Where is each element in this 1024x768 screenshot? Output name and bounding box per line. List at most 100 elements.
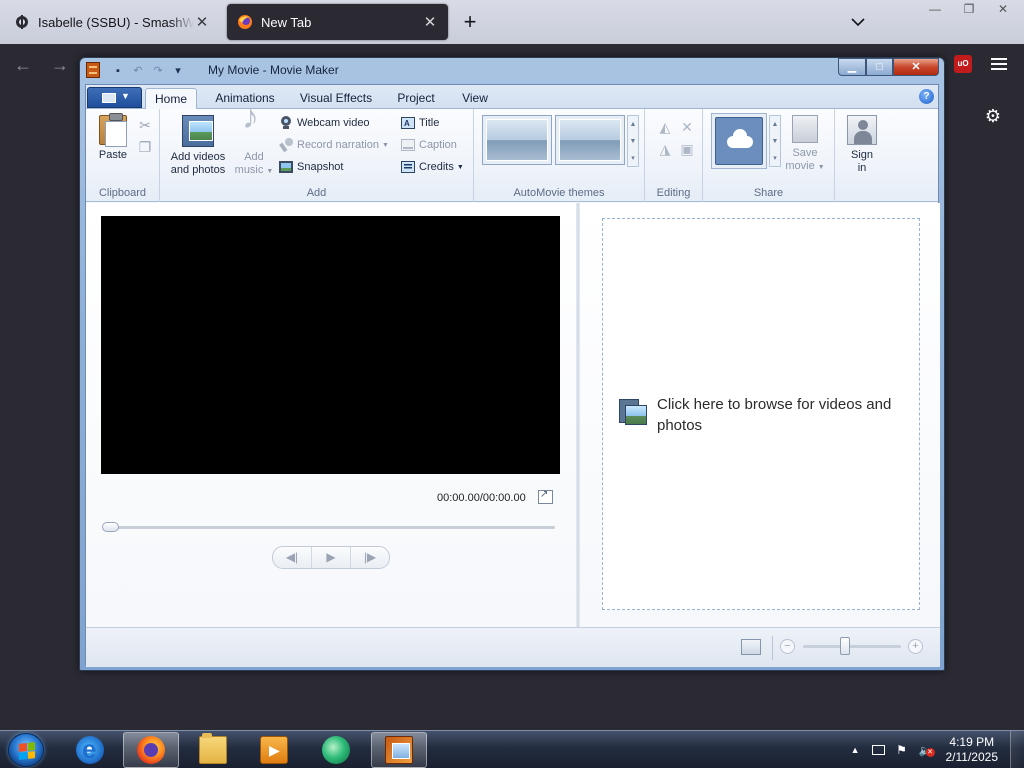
application-menu-button[interactable]: ▼ (87, 87, 142, 108)
help-icon[interactable]: ? (919, 89, 934, 104)
moviemaker-window: ▪ ↶ ↷ ▾ My Movie - Movie Maker ▁ □ ✕ ▼ H… (79, 57, 945, 671)
ribbon-home: Paste ✂ ❐ Clipboard Add videos and photo… (86, 109, 938, 202)
taskbar-movie-maker[interactable] (371, 732, 427, 768)
previous-frame-icon[interactable]: ◀| (273, 547, 312, 568)
taskbar-windows-explorer[interactable] (185, 732, 241, 768)
add-videos-and-photos-button[interactable]: Add videos and photos (166, 115, 230, 177)
taskbar-windows-live[interactable] (308, 732, 364, 768)
play-icon[interactable]: ▶ (312, 547, 351, 568)
storyboard-drop-area[interactable]: Click here to browse for videos and phot… (602, 218, 920, 610)
minimize-icon[interactable]: — (922, 0, 948, 18)
next-frame-icon[interactable]: |▶ (351, 547, 389, 568)
fullscreen-preview-icon[interactable] (538, 489, 553, 504)
save-icon[interactable]: ▪ (108, 63, 128, 79)
workspace: 00:00.00/00:00.00 ◀| ▶ |▶ Click here to … (86, 203, 940, 627)
restore-icon[interactable]: ❐ (956, 0, 982, 18)
credits-button[interactable]: Credits ▼ (400, 157, 464, 177)
record-narration-button[interactable]: Record narration ▼ (278, 135, 389, 155)
paste-label: Paste (98, 149, 128, 161)
caption-button[interactable]: Caption (400, 135, 457, 155)
redo-icon[interactable]: ↷ (148, 63, 168, 79)
action-center-flag-icon[interactable] (894, 742, 910, 758)
tab-project[interactable]: Project (389, 88, 443, 109)
add-music-button[interactable]: Add music▼ (234, 111, 274, 178)
customize-toolbar-icon[interactable]: ▾ (168, 63, 188, 79)
tab-home[interactable]: Home (145, 88, 197, 110)
tab-smashwiki[interactable]: Isabelle (SSBU) - SmashWiki, the Super S… (4, 4, 220, 40)
back-arrow-icon[interactable]: ← (12, 54, 34, 76)
rotate-right-icon[interactable]: ◮ (657, 141, 673, 157)
close-tab-icon[interactable]: ✕ (194, 13, 210, 31)
gallery-scroll[interactable]: ▲ ▼ ▾ (627, 115, 639, 167)
paste-button[interactable]: Paste (92, 113, 134, 162)
ribbon-tabs: ▼ Home Animations Visual Effects Project… (86, 85, 938, 110)
moviemaker-app-icon[interactable] (86, 62, 100, 78)
taskbar: ▲ 4:19 PM 2/11/2025 (0, 730, 1024, 768)
add-music-label-line2: music ▼ (234, 164, 274, 176)
network-icon[interactable] (870, 742, 886, 758)
volume-muted-icon[interactable] (918, 742, 935, 758)
close-tab-icon[interactable]: ✕ (422, 13, 438, 31)
start-button[interactable] (8, 733, 44, 767)
smashwiki-favicon-icon (14, 14, 30, 30)
pane-splitter[interactable] (576, 203, 580, 627)
system-tray: ▲ 4:19 PM 2/11/2025 (851, 731, 1024, 768)
add-videos-label-line2: and photos (170, 164, 226, 176)
browser-tab-strip: Isabelle (SSBU) - SmashWiki, the Super S… (0, 0, 1024, 44)
ublock-extension-icon[interactable]: uO (954, 55, 972, 73)
zoom-slider[interactable] (803, 637, 901, 655)
automovie-theme-2[interactable] (555, 115, 625, 165)
windows-live-icon (322, 736, 350, 764)
gear-icon[interactable]: ⚙ (983, 106, 1003, 126)
document-icon (102, 93, 116, 103)
forward-arrow-icon[interactable]: → (49, 54, 71, 76)
share-gallery-scroll[interactable]: ▲ ▼ ▾ (769, 115, 781, 167)
seek-bar[interactable] (102, 522, 555, 532)
taskbar-media-player[interactable] (246, 732, 302, 768)
remove-icon[interactable]: ✕ (679, 119, 695, 135)
sign-in-button[interactable]: Sign in (840, 115, 884, 175)
show-desktop-button[interactable] (1010, 731, 1024, 768)
zoom-out-icon[interactable]: − (780, 639, 795, 654)
minimize-button[interactable]: ▁ (838, 58, 866, 76)
show-hidden-icons-icon[interactable]: ▲ (851, 745, 860, 755)
window-controls: ▁ □ ✕ (838, 58, 939, 76)
select-all-icon[interactable]: ▣ (679, 141, 695, 157)
tab-visual-effects[interactable]: Visual Effects (293, 88, 379, 109)
save-movie-button[interactable]: Save movie ▼ (785, 115, 825, 174)
cloud-icon (715, 117, 763, 165)
thumbnail-size-icon[interactable] (741, 639, 761, 655)
seek-thumb[interactable] (102, 522, 119, 532)
title-button[interactable]: A Title (400, 113, 439, 133)
group-clipboard: Paste ✂ ❐ Clipboard (86, 109, 160, 202)
chevron-down-icon: ▼ (121, 91, 130, 101)
maximize-button[interactable]: □ (866, 58, 893, 76)
clock-date: 2/11/2025 (945, 750, 999, 764)
chevron-down-icon[interactable] (848, 12, 868, 32)
undo-icon[interactable]: ↶ (128, 63, 148, 79)
taskbar-firefox[interactable] (123, 732, 179, 768)
plus-icon[interactable]: + (458, 10, 482, 34)
zoom-in-icon[interactable]: + (908, 639, 923, 654)
close-button[interactable]: ✕ (893, 58, 939, 76)
playback-controls: ◀| ▶ |▶ (272, 546, 390, 569)
snapshot-button[interactable]: Snapshot (278, 157, 343, 177)
group-label: Share (753, 187, 784, 199)
copy-icon[interactable]: ❐ (137, 139, 153, 155)
webcam-video-button[interactable]: Webcam video (278, 113, 370, 133)
window-title: My Movie - Movie Maker (208, 63, 339, 77)
tab-new-tab[interactable]: New Tab ✕ (227, 4, 448, 40)
hamburger-menu-icon[interactable] (990, 55, 1008, 73)
share-onedrive[interactable] (711, 113, 767, 169)
zoom-slider-thumb[interactable] (839, 637, 850, 655)
close-icon[interactable]: ✕ (990, 0, 1016, 18)
browse-prompt[interactable]: Click here to browse for videos and phot… (657, 394, 913, 436)
taskbar-internet-explorer[interactable] (62, 732, 118, 768)
cut-icon[interactable]: ✂ (137, 117, 153, 133)
rotate-left-icon[interactable]: ◭ (657, 119, 673, 135)
tab-view[interactable]: View (453, 88, 497, 109)
video-preview[interactable] (101, 216, 560, 474)
clock[interactable]: 4:19 PM 2/11/2025 (946, 735, 999, 765)
automovie-theme-1[interactable] (482, 115, 552, 165)
moviemaker-titlebar[interactable]: ▪ ↶ ↷ ▾ My Movie - Movie Maker ▁ □ ✕ (80, 58, 944, 84)
